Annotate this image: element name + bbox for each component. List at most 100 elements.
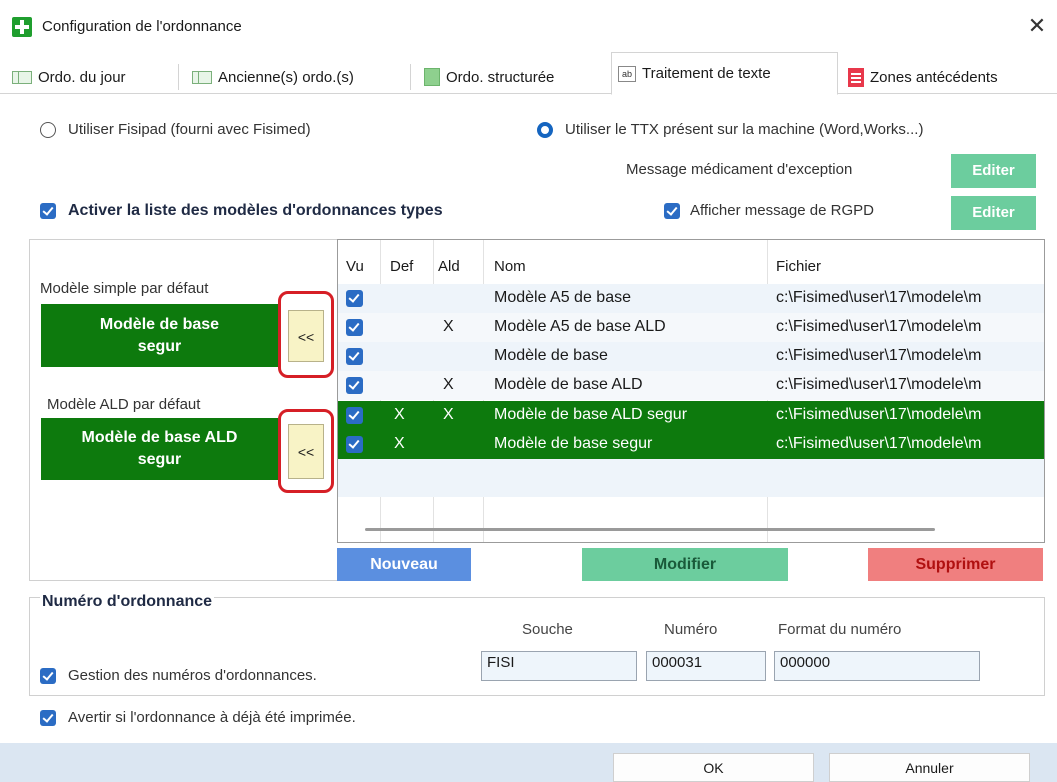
- warn-printed-checkbox[interactable]: Avertir si l'ordonnance à déjà été impri…: [40, 709, 356, 726]
- rgpd-checkbox[interactable]: Afficher message de RGPD: [664, 202, 874, 219]
- column-header-def[interactable]: Def: [390, 258, 413, 275]
- fichier-cell: c:\Fisimed\user\17\modele\m: [776, 376, 982, 393]
- radio-button-checked[interactable]: [537, 121, 553, 138]
- tab-ordo-du-jour[interactable]: Ordo. du jour: [6, 60, 126, 94]
- tab-label: Ancienne(s) ordo.(s): [218, 68, 354, 86]
- ald-default-line1: Modèle de base ALD: [81, 429, 238, 446]
- close-icon[interactable]: ✕: [1022, 12, 1052, 40]
- column-header-vu[interactable]: Vu: [346, 258, 364, 275]
- text-ab-icon: ab: [618, 65, 636, 82]
- tab-ancienne-ordo[interactable]: Ancienne(s) ordo.(s): [186, 60, 354, 94]
- radio-button[interactable]: [40, 121, 56, 138]
- fichier-cell: c:\Fisimed\user\17\modele\m: [776, 347, 982, 364]
- vu-checkbox[interactable]: [346, 348, 363, 365]
- nom-cell: Modèle de base segur: [494, 435, 653, 452]
- tab-ordo-structuree[interactable]: Ordo. structurée: [418, 60, 554, 94]
- nom-cell: Modèle de base ALD: [494, 376, 643, 393]
- souche-label: Souche: [522, 621, 573, 638]
- manage-numbers-label: Gestion des numéros d'ordonnances.: [68, 667, 317, 684]
- tab-label: Ordo. du jour: [38, 68, 126, 86]
- msg-exception-label: Message médicament d'exception: [626, 161, 853, 178]
- radio-fisipad[interactable]: Utiliser Fisipad (fourni avec Fisimed): [40, 121, 311, 138]
- simple-default-label: Modèle simple par défaut: [40, 280, 209, 297]
- ald-cell: X: [443, 406, 454, 423]
- tab-divider: [178, 64, 179, 90]
- def-cell: X: [394, 435, 405, 452]
- set-simple-default-button[interactable]: <<: [288, 310, 324, 362]
- nom-cell: Modèle A5 de base: [494, 289, 631, 306]
- numero-field[interactable]: 000031: [646, 651, 766, 681]
- horizontal-scrollbar[interactable]: [365, 528, 935, 531]
- tab-label: Ordo. structurée: [446, 68, 555, 86]
- empty-row: [338, 459, 1044, 497]
- ald-cell: X: [443, 376, 454, 393]
- checkbox-checked-icon[interactable]: [664, 202, 680, 219]
- column-header-ald[interactable]: Ald: [438, 258, 460, 275]
- green-square-icon: [424, 68, 440, 86]
- ald-default-label: Modèle ALD par défaut: [47, 396, 201, 413]
- title-bar: Configuration de l'ordonnance ✕: [0, 0, 1057, 50]
- tab-bar: Ordo. du jour Ancienne(s) ordo.(s) Ordo.…: [0, 50, 1057, 95]
- tab-zones-antecedents[interactable]: Zones antécédents: [842, 60, 998, 94]
- panel-icon: [192, 70, 212, 84]
- format-label: Format du numéro: [778, 621, 902, 638]
- tab-divider: [410, 64, 411, 90]
- table-row[interactable]: Modèle de base c:\Fisimed\user\17\modele…: [338, 342, 1044, 371]
- warn-printed-label: Avertir si l'ordonnance à déjà été impri…: [68, 709, 356, 726]
- panel-icon: [12, 70, 32, 84]
- edit-exception-button[interactable]: Editer: [951, 154, 1036, 188]
- ald-default-line2: segur: [137, 451, 182, 468]
- new-model-button[interactable]: Nouveau: [337, 548, 471, 581]
- ald-default-model[interactable]: Modèle de base ALD segur: [41, 418, 278, 480]
- window-title: Configuration de l'ordonnance: [42, 18, 242, 35]
- vu-checkbox[interactable]: [346, 290, 363, 307]
- rgpd-label: Afficher message de RGPD: [690, 202, 874, 219]
- set-ald-default-button[interactable]: <<: [288, 424, 324, 479]
- vu-checkbox[interactable]: [346, 436, 363, 453]
- fichier-cell: c:\Fisimed\user\17\modele\m: [776, 318, 982, 335]
- souche-field[interactable]: FISI: [481, 651, 637, 681]
- def-cell: X: [394, 406, 405, 423]
- activate-list-checkbox[interactable]: Activer la liste des modèles d'ordonnanc…: [40, 202, 443, 220]
- table-row-selected[interactable]: X X Modèle de base ALD segur c:\Fisimed\…: [338, 401, 1044, 430]
- manage-numbers-checkbox[interactable]: Gestion des numéros d'ordonnances.: [40, 667, 317, 684]
- list-icon: [848, 67, 864, 87]
- fichier-cell: c:\Fisimed\user\17\modele\m: [776, 289, 982, 306]
- tab-label: Zones antécédents: [870, 68, 998, 86]
- fichier-cell: c:\Fisimed\user\17\modele\m: [776, 406, 982, 423]
- checkbox-checked-icon[interactable]: [40, 709, 56, 726]
- vu-checkbox[interactable]: [346, 319, 363, 336]
- simple-default-line2: segur: [137, 337, 182, 355]
- table-row[interactable]: X Modèle A5 de base ALD c:\Fisimed\user\…: [338, 313, 1044, 342]
- checkbox-checked-icon[interactable]: [40, 667, 56, 684]
- nom-cell: Modèle A5 de base ALD: [494, 318, 666, 335]
- models-table: Vu Def Ald Nom Fichier Modèle A5 de base…: [337, 239, 1045, 543]
- radio-fisipad-label: Utiliser Fisipad (fourni avec Fisimed): [68, 121, 311, 138]
- cancel-button[interactable]: Annuler: [829, 753, 1030, 782]
- delete-model-button[interactable]: Supprimer: [868, 548, 1043, 581]
- numero-label: Numéro: [664, 621, 718, 638]
- modify-model-button[interactable]: Modifier: [582, 548, 788, 581]
- app-cross-icon: [12, 17, 32, 37]
- tab-label: Traitement de texte: [642, 65, 771, 82]
- ok-button[interactable]: OK: [613, 753, 814, 782]
- table-row[interactable]: Modèle A5 de base c:\Fisimed\user\17\mod…: [338, 284, 1044, 313]
- column-header-nom[interactable]: Nom: [494, 258, 526, 275]
- nom-cell: Modèle de base ALD segur: [494, 406, 688, 423]
- tab-traitement-de-texte[interactable]: ab Traitement de texte: [611, 52, 838, 95]
- vu-checkbox[interactable]: [346, 377, 363, 394]
- radio-ttx[interactable]: Utiliser le TTX présent sur la machine (…: [537, 121, 923, 138]
- nom-cell: Modèle de base: [494, 347, 608, 364]
- activate-list-label: Activer la liste des modèles d'ordonnanc…: [68, 202, 443, 219]
- checkbox-checked-icon[interactable]: [40, 203, 56, 219]
- table-row-selected[interactable]: X Modèle de base segur c:\Fisimed\user\1…: [338, 430, 1044, 459]
- simple-default-line1: Modèle de base: [99, 315, 220, 333]
- ald-cell: X: [443, 318, 454, 335]
- table-row[interactable]: X Modèle de base ALD c:\Fisimed\user\17\…: [338, 371, 1044, 400]
- vu-checkbox[interactable]: [346, 407, 363, 424]
- edit-rgpd-button[interactable]: Editer: [951, 196, 1036, 230]
- format-field[interactable]: 000000: [774, 651, 980, 681]
- simple-default-model[interactable]: Modèle de base segur: [41, 304, 278, 367]
- column-header-fichier[interactable]: Fichier: [776, 258, 821, 275]
- radio-ttx-label: Utiliser le TTX présent sur la machine (…: [565, 121, 924, 138]
